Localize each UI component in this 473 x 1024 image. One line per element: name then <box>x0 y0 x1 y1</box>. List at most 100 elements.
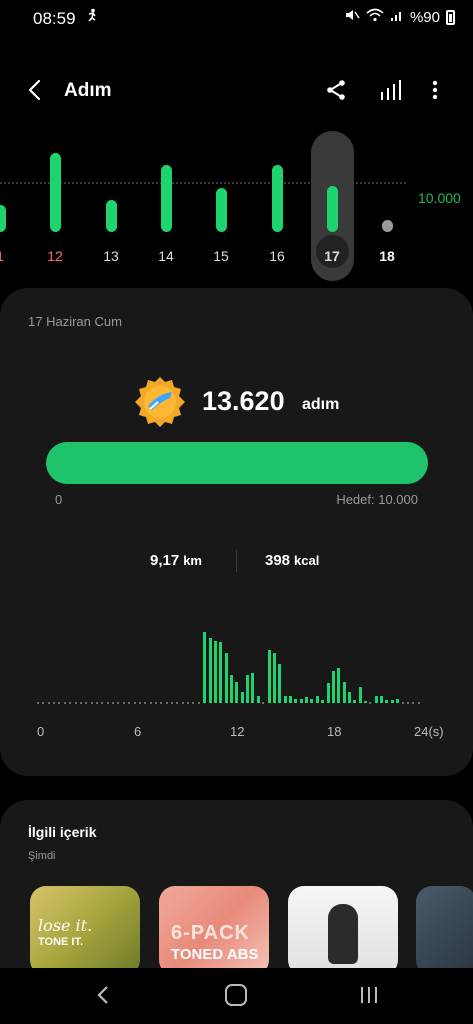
status-time: 08:59 <box>33 9 76 28</box>
hourly-bar <box>288 695 292 703</box>
share-button[interactable] <box>324 78 348 102</box>
hourly-empty-dot <box>37 702 39 704</box>
step-count: 13.620 <box>202 386 285 416</box>
hourly-bar <box>283 695 287 703</box>
related-subtitle: Şimdi <box>28 850 56 862</box>
hourly-bar <box>224 653 228 703</box>
selected-date: 17 Haziran Cum <box>28 314 122 329</box>
nav-home-button[interactable] <box>225 984 247 1006</box>
hourly-empty-dot <box>138 702 141 704</box>
share-icon <box>327 80 345 100</box>
hourly-empty-dot <box>117 702 120 704</box>
week-label-14[interactable]: 14 <box>151 248 181 264</box>
hourly-bar <box>385 700 389 703</box>
more-options-button[interactable] <box>425 78 445 102</box>
hourly-bar <box>331 671 335 703</box>
related-item-1-caption: lose it. <box>38 916 93 935</box>
nav-recent-button[interactable] <box>358 984 380 1006</box>
week-bar-16[interactable] <box>272 164 283 232</box>
chart-view-button[interactable] <box>378 78 402 102</box>
wifi-icon <box>366 8 384 26</box>
hourly-empty-dot <box>101 702 104 704</box>
hourly-empty-dot <box>106 702 109 704</box>
week-bar-13[interactable] <box>106 200 117 232</box>
hourly-empty-dot <box>144 702 147 704</box>
hourly-bar <box>374 695 378 703</box>
hourly-bar <box>342 681 346 703</box>
hourly-steps-chart: 0 6 12 18 24(s) <box>0 628 473 748</box>
weekly-steps-chart[interactable]: 10.000 1 12 13 14 15 16 17 18 <box>0 128 473 288</box>
page-title: Adım <box>64 80 112 101</box>
system-navigation-bar <box>0 968 473 1024</box>
related-item-2[interactable]: 6-PACK TONED ABS <box>159 886 269 976</box>
week-bar-15[interactable] <box>216 187 227 232</box>
hourly-bar <box>278 663 282 703</box>
week-label-18[interactable]: 18 <box>372 248 402 264</box>
hourly-empty-dot <box>79 702 82 704</box>
week-label-16[interactable]: 16 <box>262 248 292 264</box>
week-bar-17[interactable] <box>327 185 338 232</box>
hourly-empty-dot <box>401 702 404 704</box>
goal-medal-icon <box>134 376 186 428</box>
daily-summary-card: 17 Haziran Cum 13.620 adım 0 Hedef: 10.0… <box>0 288 473 776</box>
nav-recent-icon <box>361 987 377 1003</box>
hourly-axis-label: 6 <box>134 724 142 739</box>
hourly-empty-dot <box>42 702 45 704</box>
hourly-bar <box>326 683 330 703</box>
hourly-empty-dot <box>262 702 265 704</box>
steps-progress-bar <box>46 442 428 484</box>
hourly-bar <box>219 641 223 703</box>
related-item-4[interactable] <box>416 886 473 976</box>
hourly-empty-dot <box>90 702 93 704</box>
hourly-bar <box>203 632 207 703</box>
nav-back-button[interactable] <box>94 984 114 1006</box>
week-bar-1[interactable] <box>0 204 6 232</box>
distance-number: 9,17 <box>150 552 180 569</box>
hourly-bar <box>251 673 255 703</box>
hourly-empty-dot <box>165 702 168 704</box>
hourly-bar <box>380 695 384 703</box>
hourly-empty-dot <box>74 702 77 704</box>
hourly-bar <box>364 700 368 703</box>
hourly-bar <box>240 692 244 703</box>
week-bar-12[interactable] <box>50 153 61 232</box>
hourly-bar <box>347 692 351 703</box>
hourly-empty-dot <box>412 702 415 704</box>
progress-goal-label: Hedef: 10.000 <box>336 492 418 507</box>
hourly-bar <box>272 653 276 703</box>
chevron-left-icon <box>28 79 41 101</box>
week-label-17[interactable]: 17 <box>317 248 347 264</box>
hourly-empty-dot <box>171 702 174 704</box>
stats-divider <box>236 550 237 572</box>
hourly-empty-dot <box>47 702 50 704</box>
related-item-1[interactable]: lose it. TONE IT. <box>30 886 140 976</box>
week-bar-18[interactable] <box>382 220 393 232</box>
runner-icon <box>85 8 99 26</box>
related-item-3[interactable] <box>288 886 398 976</box>
hourly-bar <box>337 667 341 703</box>
week-bar-14[interactable] <box>161 164 172 232</box>
hourly-empty-dot <box>63 702 66 704</box>
hourly-bar <box>321 700 325 703</box>
week-label-1[interactable]: 1 <box>0 248 15 264</box>
hourly-empty-dot <box>122 702 125 704</box>
week-label-15[interactable]: 15 <box>206 248 236 264</box>
calories-number: 398 <box>265 552 291 569</box>
battery-text: %90 <box>409 8 440 26</box>
hourly-axis-label: 18 <box>327 724 342 739</box>
nav-back-icon <box>97 986 108 1004</box>
hourly-empty-dot <box>369 702 372 704</box>
distance-unit: km <box>183 553 202 568</box>
hourly-bar <box>390 700 394 703</box>
hourly-bar <box>267 649 271 703</box>
hourly-empty-dot <box>192 702 195 704</box>
week-label-12[interactable]: 12 <box>40 248 70 264</box>
hourly-empty-dot <box>128 702 131 704</box>
back-button[interactable] <box>24 78 48 102</box>
hourly-empty-dot <box>406 702 409 704</box>
hourly-bar <box>358 687 362 703</box>
hourly-bar <box>299 699 303 703</box>
related-item-2-subcaption: TONED ABS <box>171 946 259 963</box>
battery-icon <box>446 9 455 25</box>
week-label-13[interactable]: 13 <box>96 248 126 264</box>
